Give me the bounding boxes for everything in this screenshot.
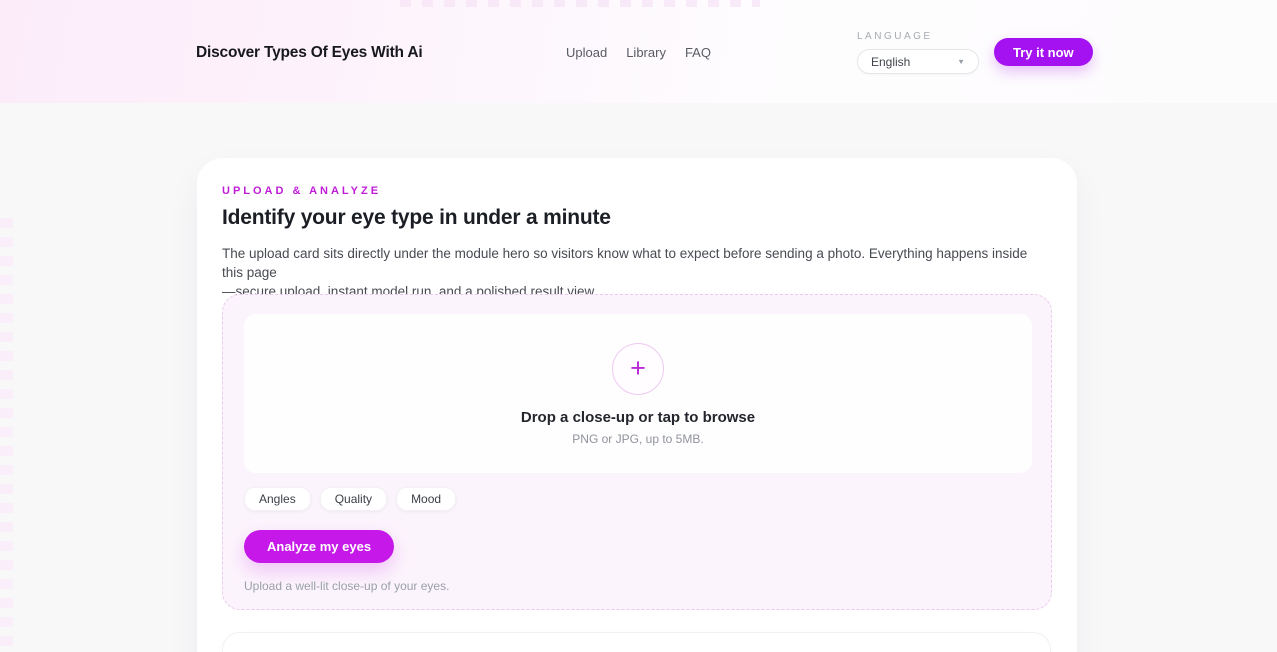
language-selector-group: LANGUAGE English ▼ bbox=[857, 31, 979, 74]
language-selected-value: English bbox=[871, 55, 910, 69]
language-select[interactable]: English ▼ bbox=[857, 49, 979, 74]
plus-icon: + bbox=[612, 343, 664, 395]
nav-link-upload[interactable]: Upload bbox=[566, 45, 607, 60]
next-section-card bbox=[222, 632, 1051, 652]
chip-quality[interactable]: Quality bbox=[320, 487, 387, 511]
plus-glyph: + bbox=[630, 355, 646, 382]
dropzone-title: Drop a close-up or tap to browse bbox=[244, 409, 1032, 426]
top-dashed-border-decoration bbox=[400, 0, 760, 7]
site-title: Discover Types Of Eyes With Ai bbox=[196, 44, 422, 62]
try-it-now-button[interactable]: Try it now bbox=[994, 38, 1093, 66]
upload-card: + Drop a close-up or tap to browse PNG o… bbox=[222, 294, 1052, 610]
dropzone-subtitle: PNG or JPG, up to 5MB. bbox=[244, 432, 1032, 446]
nav-link-library[interactable]: Library bbox=[626, 45, 666, 60]
upload-module-card: UPLOAD & ANALYZE Identify your eye type … bbox=[197, 158, 1077, 652]
upload-caption: Upload a well-lit close-up of your eyes. bbox=[244, 579, 449, 593]
left-dashed-border-decoration bbox=[0, 218, 13, 652]
nav-link-faq[interactable]: FAQ bbox=[685, 45, 711, 60]
section-description: The upload card sits directly under the … bbox=[222, 244, 1046, 301]
section-eyebrow: UPLOAD & ANALYZE bbox=[222, 185, 381, 197]
main-nav: Upload Library FAQ bbox=[566, 45, 711, 60]
chip-mood[interactable]: Mood bbox=[396, 487, 456, 511]
analyze-button[interactable]: Analyze my eyes bbox=[244, 530, 394, 563]
chevron-down-icon: ▼ bbox=[957, 57, 965, 65]
page: Discover Types Of Eyes With Ai Upload Li… bbox=[0, 0, 1277, 652]
chips-row: Angles Quality Mood bbox=[244, 487, 456, 511]
section-heading: Identify your eye type in under a minute bbox=[222, 206, 611, 230]
dropzone[interactable]: + Drop a close-up or tap to browse PNG o… bbox=[244, 314, 1032, 473]
chip-angles[interactable]: Angles bbox=[244, 487, 311, 511]
language-label: LANGUAGE bbox=[857, 31, 979, 42]
